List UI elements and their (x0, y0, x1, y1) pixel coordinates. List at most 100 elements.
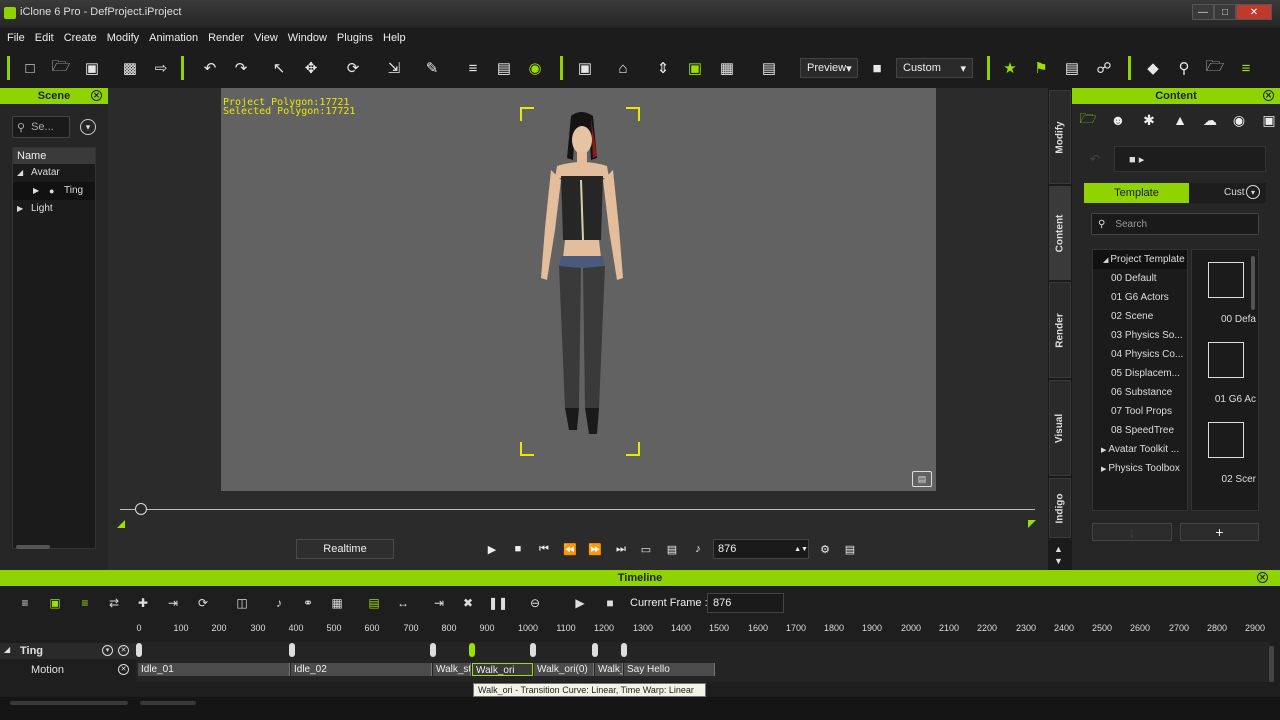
fit-frame-icon[interactable]: ▤ (365, 594, 383, 612)
sound-icon[interactable]: ♪ (270, 594, 288, 612)
home-icon[interactable]: ⌂ (612, 57, 634, 79)
tree-item-light[interactable]: ▶ Light (13, 200, 95, 218)
open-folder-icon[interactable]: 🗁 (50, 57, 72, 79)
key-icon[interactable]: ▣ (46, 594, 64, 612)
tree-root-project-template[interactable]: ◢ Project Template (1093, 250, 1187, 269)
menu-modify[interactable]: Modify (102, 32, 144, 44)
scene-scrollbar[interactable] (16, 545, 50, 549)
range-start-marker[interactable] (117, 520, 125, 528)
link-icon[interactable]: ☍ (1093, 57, 1115, 79)
menu-view[interactable]: View (249, 32, 283, 44)
expand-down-icon[interactable]: ◢ (4, 645, 10, 654)
menu-plugins[interactable]: Plugins (332, 32, 378, 44)
track-header-ting[interactable]: ◢ Ting ▾ ✕ (0, 643, 136, 659)
track-close-icon[interactable]: ✕ (118, 645, 129, 656)
tree-item[interactable]: 08 SpeedTree (1093, 421, 1187, 440)
character-pose-icon[interactable]: ★ (999, 57, 1021, 79)
frame-stepper-icon[interactable]: ▲▼ (794, 540, 808, 558)
layer-icon[interactable]: ≡ (76, 594, 94, 612)
new-file-icon[interactable]: □ (19, 57, 41, 79)
track-options-icon[interactable]: ▾ (102, 645, 113, 656)
loop-clip-icon[interactable]: ⟳ (194, 594, 212, 612)
3d-viewport[interactable]: Project Polygon:17721 Selected Polygon:1… (221, 88, 936, 491)
maximize-button[interactable]: □ (1214, 4, 1236, 20)
motion-clip[interactable]: Walk_ori(0) (534, 663, 594, 676)
next-frame-icon[interactable]: ⏩ (586, 540, 604, 558)
playback-scrubber[interactable] (120, 509, 1035, 510)
go-to-start-icon[interactable]: ⏮ (535, 540, 553, 558)
zoom-out-icon[interactable]: ⊖ (526, 594, 544, 612)
keyframe-marker[interactable] (530, 643, 536, 657)
scene-search-input[interactable]: ⚲ Se... (12, 116, 70, 138)
scrubber-handle[interactable] (135, 503, 147, 515)
actor-icon[interactable]: ☻ (1107, 110, 1129, 130)
content-options-icon[interactable]: ▾ (1246, 185, 1260, 199)
motion-clip[interactable]: Idle_02 (291, 663, 432, 676)
columns-icon[interactable]: ❚❚ (488, 594, 508, 612)
viewport-menu-icon[interactable]: ▤ (912, 471, 932, 487)
keyframe-marker[interactable] (430, 643, 436, 657)
align-icon[interactable]: ≡ (462, 57, 484, 79)
go-to-end-icon[interactable]: ⏭ (612, 540, 630, 558)
menu-create[interactable]: Create (59, 32, 102, 44)
playback-menu-icon[interactable]: ▤ (841, 540, 859, 558)
video-camera-icon[interactable]: ■ (866, 57, 888, 79)
subtitle-icon[interactable]: ▤ (663, 540, 681, 558)
track-list-icon[interactable]: ≡ (16, 594, 34, 612)
scene-icon[interactable]: ▲ (1169, 110, 1191, 130)
marketplace-icon[interactable]: ≡ (1235, 57, 1257, 79)
motion-clip[interactable]: Say Hello (624, 663, 715, 676)
camera-view-icon[interactable]: ▣ (574, 57, 596, 79)
flag-icon[interactable]: ⚑ (1030, 57, 1052, 79)
close-icon[interactable]: ✕ (1257, 572, 1268, 583)
tab-custom[interactable]: Cust (1224, 187, 1245, 198)
back-arrow-icon[interactable]: ↶ (1090, 152, 1100, 166)
tree-item[interactable]: 04 Physics Co... (1093, 345, 1187, 364)
folder-thumbnail-icon[interactable] (1208, 422, 1244, 458)
expand-right-icon[interactable]: ▶ (17, 200, 23, 218)
menu-window[interactable]: Window (283, 32, 332, 44)
insert-icon[interactable]: ⇥ (430, 594, 448, 612)
thumb-scrollbar[interactable] (1251, 256, 1255, 310)
motion-clip[interactable]: Idle_01 (138, 663, 290, 676)
folder-thumbnail-icon[interactable] (1208, 262, 1244, 298)
expand-right-icon[interactable]: ▶ (33, 182, 39, 200)
motion-clip[interactable]: Walk_st (433, 663, 471, 676)
stop-icon[interactable]: ■ (509, 540, 527, 558)
tab-content[interactable]: Content (1049, 186, 1071, 280)
timeline-hscrollbar[interactable] (140, 701, 196, 705)
timeline-play-icon[interactable]: ▶ (571, 594, 589, 612)
tab-template[interactable]: Template (1084, 183, 1189, 203)
keyframe-marker[interactable] (621, 643, 627, 657)
sub-track-close-icon[interactable]: ✕ (118, 664, 129, 675)
menu-animation[interactable]: Animation (144, 32, 203, 44)
redo-icon[interactable]: ↷ (230, 57, 252, 79)
menu-file[interactable]: File (2, 32, 30, 44)
keyframe-marker[interactable] (289, 643, 295, 657)
previous-frame-icon[interactable]: ⏪ (561, 540, 579, 558)
move-icon[interactable]: ✥ (300, 57, 322, 79)
timeline-ruler[interactable]: 0 100 200 300 400 500 600 700 800 900 10… (136, 620, 1270, 642)
track-hscrollbar[interactable] (10, 701, 128, 705)
zoom-extents-icon[interactable]: ▦ (716, 57, 738, 79)
keyframe-marker[interactable] (592, 643, 598, 657)
layout-icon[interactable]: ▤ (758, 57, 780, 79)
tab-scroll-up-icon[interactable]: ▲ (1054, 544, 1063, 554)
tree-item[interactable]: 07 Tool Props (1093, 402, 1187, 421)
character-avatar[interactable] (511, 108, 651, 458)
loop-icon[interactable]: ▭ (637, 540, 655, 558)
folder-share-icon[interactable]: 🗁 (1204, 57, 1226, 79)
music-note-icon[interactable]: ♪ (689, 540, 707, 558)
motion-clip-selected[interactable]: Walk_ori (472, 663, 533, 676)
export-icon[interactable]: ▩ (119, 57, 141, 79)
media-reel-icon[interactable]: ◉ (1228, 110, 1250, 130)
expand-down-icon[interactable]: ◢ (17, 164, 23, 182)
close-icon[interactable]: ✕ (91, 90, 102, 101)
mode-dropdown[interactable]: Custom ▾ (896, 58, 973, 78)
play-icon[interactable]: ▶ (483, 540, 501, 558)
tab-visual[interactable]: Visual (1049, 380, 1071, 476)
clipboard-icon[interactable]: ▤ (1061, 57, 1083, 79)
track-motion[interactable]: Motion ✕ (0, 662, 136, 678)
fit-vertical-icon[interactable]: ⇕ (652, 57, 674, 79)
link-clip-icon[interactable]: ⚭ (299, 594, 317, 612)
